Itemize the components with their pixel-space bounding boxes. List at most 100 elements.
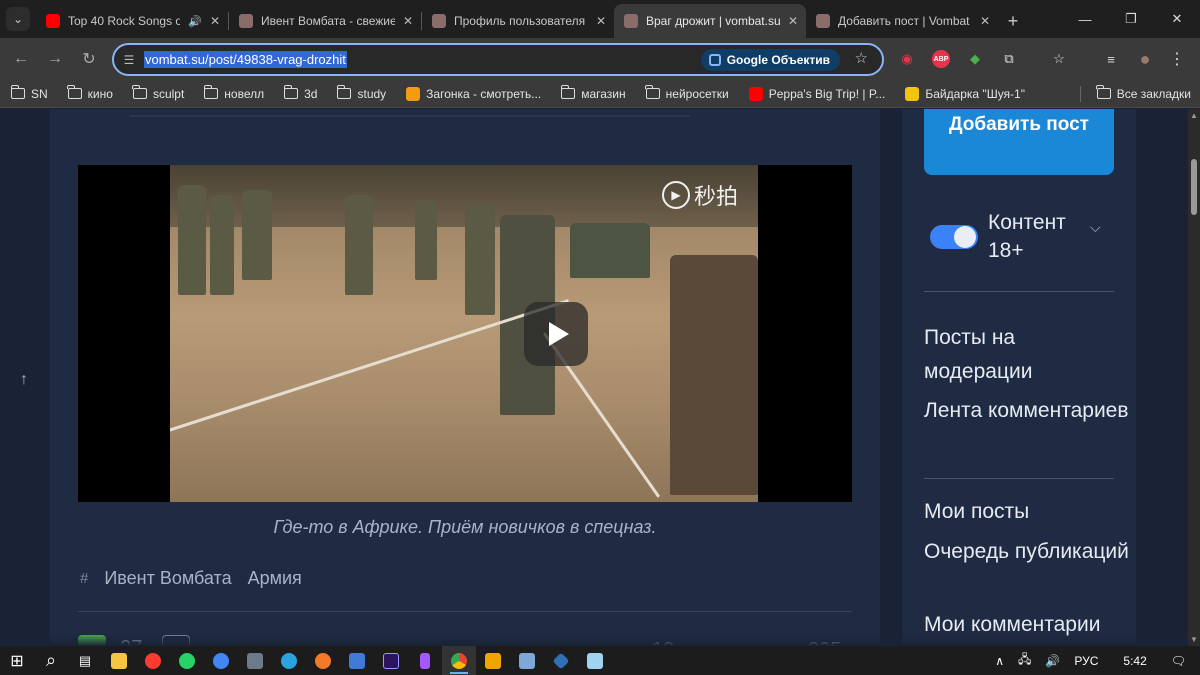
play-button[interactable] xyxy=(524,302,588,366)
tab-close-icon[interactable]: ✕ xyxy=(980,14,990,28)
minimize-button[interactable]: — xyxy=(1062,0,1108,38)
tag-link[interactable]: Ивент Вомбата xyxy=(104,568,231,589)
chevron-down-icon[interactable]: ⌵ xyxy=(1090,219,1101,236)
back-button[interactable]: ← xyxy=(4,42,38,76)
tab-3-active[interactable]: Враг дрожит | vombat.su ✕ xyxy=(614,4,806,38)
bookmark-folder-neiroseti[interactable]: нейросетки xyxy=(635,85,738,101)
folder-icon xyxy=(336,85,352,99)
content-18-toggle-row[interactable]: Контент 18+ xyxy=(930,209,1088,265)
clock[interactable]: 5:42 xyxy=(1105,654,1164,668)
forward-button[interactable]: → xyxy=(38,42,72,76)
tab-title: Top 40 Rock Songs of xyxy=(68,14,181,28)
blender-icon[interactable] xyxy=(306,646,340,675)
language-indicator[interactable]: РУС xyxy=(1067,654,1105,668)
notes-icon[interactable] xyxy=(578,646,612,675)
search-icon[interactable]: ⌕ xyxy=(34,646,68,675)
folder-icon xyxy=(10,85,25,99)
chrome-alt-icon[interactable] xyxy=(204,646,238,675)
page-scrollbar[interactable]: ▲ ▼ xyxy=(1188,109,1200,646)
address-bar[interactable]: ☰ vombat.su/post/49838-vrag-drozhit Goog… xyxy=(112,43,884,76)
record-icon[interactable]: ◉ xyxy=(890,38,924,80)
scroll-down-icon[interactable]: ▼ xyxy=(1190,635,1198,644)
adblock-icon[interactable]: ABP xyxy=(924,38,958,80)
video-player[interactable]: ▶ 秒拍 xyxy=(78,165,852,502)
photos-icon[interactable] xyxy=(510,646,544,675)
add-post-button[interactable]: Добавить пост xyxy=(924,109,1114,175)
tab-1[interactable]: Ивент Вомбата - свежие ✕ xyxy=(229,4,421,38)
bookmark-folder-3d[interactable]: 3d xyxy=(273,85,326,101)
volume-icon[interactable]: 🔊 xyxy=(1038,654,1067,668)
bookmark-baidarka[interactable]: Байдарка "Шуя-1" xyxy=(894,86,1034,101)
figma-icon[interactable] xyxy=(408,646,442,675)
yandex-browser-icon[interactable] xyxy=(136,646,170,675)
tab-close-icon[interactable]: ✕ xyxy=(788,14,798,28)
task-view-icon[interactable]: ▤ xyxy=(68,646,102,675)
puzzle-icon[interactable]: ⧉ xyxy=(992,38,1026,80)
tab-close-icon[interactable]: ✕ xyxy=(210,14,220,28)
bookmarks-separator xyxy=(1080,86,1081,102)
bookmark-folder-kino[interactable]: кино xyxy=(57,85,122,101)
post-card: ▶ 秒拍 Где-то в Африке. Приём новичков в с… xyxy=(50,109,880,646)
notifications-icon[interactable]: 🗨 xyxy=(1165,654,1200,668)
back-to-top-icon[interactable]: ↑ xyxy=(20,371,28,389)
new-tab-button[interactable]: + xyxy=(998,4,1028,38)
sidebar-link-comments-feed[interactable]: Лента комментариев xyxy=(924,394,1129,428)
chrome-icon[interactable] xyxy=(442,646,476,675)
tab-0[interactable]: Top 40 Rock Songs of 🔊 ✕ xyxy=(36,4,228,38)
bookmark-peppa[interactable]: Peppa's Big Trip! | P... xyxy=(738,86,895,101)
bookmark-folder-sn[interactable]: SN xyxy=(0,85,57,101)
youtube-favicon-icon xyxy=(46,14,60,28)
sidebar-link-publish-queue[interactable]: Очередь публикаций xyxy=(924,535,1129,569)
tab-search-button[interactable]: ⌄ xyxy=(0,0,36,38)
folder-icon xyxy=(1096,85,1111,99)
url-text[interactable]: vombat.su/post/49838-vrag-drozhit xyxy=(144,51,347,68)
bookmark-folder-study[interactable]: study xyxy=(326,85,395,101)
tab-4[interactable]: Добавить пост | Vombat ✕ xyxy=(806,4,998,38)
play-circle-icon: ▶ xyxy=(662,181,690,209)
site-info-icon[interactable]: ☰ xyxy=(114,53,144,67)
vombat-favicon-icon xyxy=(432,14,446,28)
hash-icon: # xyxy=(80,570,89,587)
colorful-extension-icon[interactable]: ◆ xyxy=(958,38,992,80)
reload-button[interactable]: ↻ xyxy=(72,42,106,76)
sidebar-divider xyxy=(924,478,1114,479)
kebab-menu-icon[interactable]: ⋮ xyxy=(1160,38,1194,80)
start-button[interactable]: ⊞ xyxy=(0,646,34,675)
tray-chevron-icon[interactable]: ∧ xyxy=(988,654,1011,668)
tag-link[interactable]: Армия xyxy=(248,568,302,589)
tab-title: Профиль пользователя xyxy=(454,14,586,28)
tab-close-icon[interactable]: ✕ xyxy=(596,14,606,28)
google-lens-button[interactable]: Google Объектив xyxy=(700,49,840,71)
after-effects-icon[interactable] xyxy=(374,646,408,675)
video-figure xyxy=(670,255,758,495)
whatsapp-icon[interactable] xyxy=(170,646,204,675)
sidebar-link-my-posts[interactable]: Мои посты xyxy=(924,495,1129,529)
telegram-icon[interactable] xyxy=(272,646,306,675)
bookmark-star-icon[interactable]: ☆ xyxy=(855,49,868,67)
sidebar-link-moderation[interactable]: Посты на модерации xyxy=(924,321,1129,389)
playlist-icon[interactable]: ≡ xyxy=(1094,38,1128,80)
bookmark-folder-sculpt[interactable]: sculpt xyxy=(122,85,193,101)
scroll-up-icon[interactable]: ▲ xyxy=(1190,111,1198,120)
bookmark-zagonka[interactable]: Загонка - смотреть... xyxy=(395,86,550,101)
tab-title: Ивент Вомбата - свежие xyxy=(261,14,395,28)
all-bookmarks[interactable]: Все закладки xyxy=(1086,85,1200,101)
tab-close-icon[interactable]: ✕ xyxy=(403,14,413,28)
tab-2[interactable]: Профиль пользователя ✕ xyxy=(422,4,614,38)
audio-playing-icon[interactable]: 🔊 xyxy=(188,15,202,28)
bookmark-folder-novell[interactable]: новелл xyxy=(193,85,273,101)
reading-list-icon[interactable]: ☆ xyxy=(1042,38,1076,80)
app-blue-icon[interactable] xyxy=(340,646,374,675)
profile-avatar-icon[interactable]: ● xyxy=(1128,38,1162,80)
network-app-icon[interactable] xyxy=(544,646,578,675)
close-window-button[interactable]: ✕ xyxy=(1154,0,1200,38)
bookmark-folder-magazin[interactable]: магазин xyxy=(550,85,634,101)
file-explorer-icon[interactable] xyxy=(102,646,136,675)
network-icon[interactable]: 🖧 xyxy=(1011,650,1038,671)
maximize-button[interactable]: ❐ xyxy=(1108,0,1154,38)
folder-icon xyxy=(645,85,660,99)
calculator-icon[interactable] xyxy=(238,646,272,675)
winamp-icon[interactable] xyxy=(476,646,510,675)
scrollbar-thumb[interactable] xyxy=(1191,159,1197,215)
content-18-toggle[interactable] xyxy=(930,225,978,249)
